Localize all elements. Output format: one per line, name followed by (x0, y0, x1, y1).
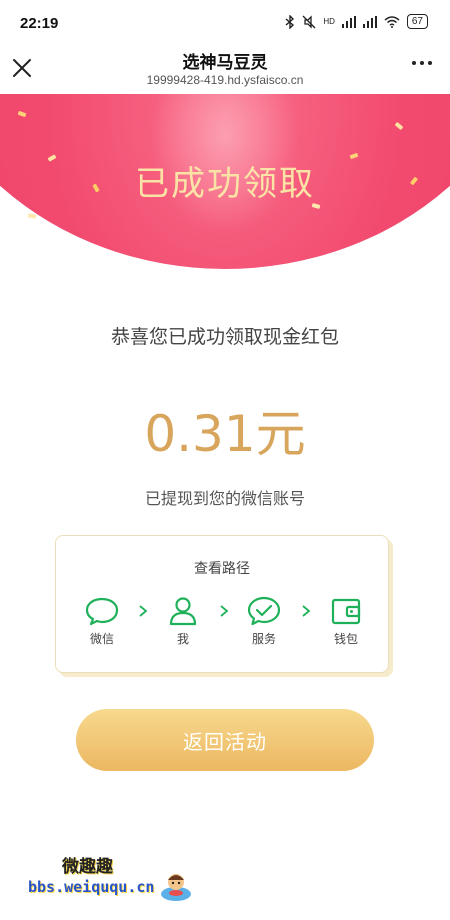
mascot-icon (161, 874, 191, 901)
path-step-service: 服务 (239, 596, 289, 647)
watermark-url: bbs.weiququ.cn (28, 878, 155, 896)
nav-bar: 选神马豆灵 19999428-419.hd.ysfaisco.cn (0, 40, 450, 94)
page-url: 19999428-419.hd.ysfaisco.cn (146, 73, 304, 87)
wallet-icon (331, 598, 361, 625)
congrats-text: 恭喜您已成功领取现金红包 (110, 326, 339, 348)
watermark: 微趣趣 bbs.weiququ.cn (28, 852, 228, 912)
page-title: 选神马豆灵 (182, 53, 268, 73)
path-step-label: 我 (176, 632, 189, 646)
path-step-wechat: 微信 (77, 596, 127, 647)
back-to-activity-button[interactable]: 返回活动 (76, 709, 374, 771)
bluetooth-icon (285, 14, 295, 29)
chevron-right-icon (302, 605, 311, 617)
status-icons: HD 67 (285, 14, 428, 29)
path-step-label: 钱包 (333, 632, 358, 646)
confetti (27, 213, 37, 219)
withdraw-note: 已提现到您的微信账号 (144, 489, 305, 508)
check-circle-icon (247, 596, 281, 626)
hd-label: HD (323, 17, 335, 26)
person-icon (169, 597, 197, 626)
path-step-label: 微信 (89, 632, 114, 646)
banner-title: 已成功领取 (135, 164, 315, 204)
status-time: 22:19 (20, 15, 59, 32)
path-card: 查看路径 微信 我 服务 钱包 (55, 535, 389, 673)
wifi-icon (384, 15, 400, 28)
chevron-right-icon (139, 605, 148, 617)
success-banner: 已成功领取 (0, 94, 450, 274)
signal-icon (362, 15, 377, 28)
path-step-wallet: 钱包 (321, 596, 371, 647)
signal-icon (341, 15, 356, 28)
chat-bubble-icon (85, 597, 119, 626)
more-menu-icon[interactable] (412, 61, 432, 65)
amount-value: 0.31元 (144, 405, 306, 463)
battery-indicator: 67 (406, 14, 428, 29)
path-title: 查看路径 (194, 561, 250, 577)
chevron-right-icon (220, 605, 229, 617)
path-step-me: 我 (158, 596, 208, 647)
mute-icon (302, 14, 316, 29)
watermark-name: 微趣趣 (62, 857, 113, 877)
path-step-label: 服务 (251, 632, 276, 646)
